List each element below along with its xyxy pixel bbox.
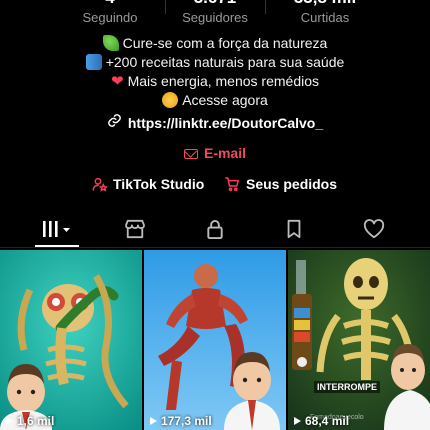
link-text: https://linktr.ee/DoutorCalvo_ bbox=[127, 115, 324, 131]
leaf-icon bbox=[102, 35, 119, 51]
stat-likes[interactable]: 33,8 mil Curtidas bbox=[270, 0, 380, 26]
bio-line: +200 receitas naturais para sua saúde bbox=[0, 53, 430, 72]
email-label: E-mail bbox=[203, 145, 246, 161]
followers-label: Seguidores bbox=[182, 10, 248, 25]
play-icon bbox=[294, 417, 301, 425]
video-thumbnail[interactable]: 1,6 mil bbox=[0, 250, 142, 430]
bio-text: Cure-se com a força da natureza bbox=[122, 35, 328, 51]
link-icon bbox=[107, 113, 122, 131]
bio-text: Acesse agora bbox=[182, 92, 268, 108]
heart-icon: ❤ bbox=[111, 73, 124, 90]
profile-tools: TikTok Studio Seus pedidos bbox=[0, 176, 430, 196]
cart-icon bbox=[225, 177, 239, 192]
following-label: Seguindo bbox=[82, 10, 138, 25]
bio-text: Mais energia, menos remédios bbox=[127, 73, 319, 89]
profile-link[interactable]: https://linktr.ee/DoutorCalvo_ bbox=[0, 113, 430, 131]
bio-line: Cure-se com a força da natureza bbox=[0, 34, 430, 53]
heart-outline-icon bbox=[363, 219, 385, 239]
view-count-text: 68,4 mil bbox=[305, 414, 350, 428]
tab-shop[interactable] bbox=[100, 212, 170, 246]
tab-private[interactable] bbox=[180, 212, 250, 246]
video-grid: 1,6 mil 177,3 mil INTERROMPE Fomadoaeyec… bbox=[0, 250, 430, 430]
tiktok-studio-label: TikTok Studio bbox=[113, 176, 205, 192]
view-count: 177,3 mil bbox=[150, 414, 212, 428]
play-icon bbox=[150, 417, 157, 425]
likes-count: 33,8 mil bbox=[270, 0, 380, 8]
tab-liked[interactable] bbox=[339, 212, 409, 246]
view-count-text: 1,6 mil bbox=[17, 414, 55, 428]
profile-tabs bbox=[0, 212, 430, 248]
view-count-text: 177,3 mil bbox=[161, 414, 212, 428]
profile-bio: Cure-se com a força da natureza +200 rec… bbox=[0, 34, 430, 110]
video-thumbnail-image bbox=[288, 250, 430, 430]
stat-followers[interactable]: 3.671 Seguidores bbox=[160, 0, 270, 26]
video-thumbnail[interactable]: INTERROMPE Fomadoaeyecolo 68,4 mil bbox=[288, 250, 430, 430]
stat-following[interactable]: 4 Seguindo bbox=[55, 0, 165, 26]
play-icon bbox=[6, 417, 13, 425]
tiktok-studio-button[interactable]: TikTok Studio bbox=[92, 176, 204, 192]
book-icon bbox=[85, 54, 102, 70]
email-button[interactable]: E-mail bbox=[0, 145, 430, 161]
bio-line: Acesse agora bbox=[0, 91, 430, 110]
likes-label: Curtidas bbox=[300, 10, 350, 25]
view-count: 1,6 mil bbox=[6, 414, 54, 428]
bio-text: +200 receitas naturais para sua saúde bbox=[105, 54, 345, 70]
bio-line: ❤ Mais energia, menos remédios bbox=[0, 72, 430, 91]
video-thumbnail[interactable]: 177,3 mil bbox=[144, 250, 286, 430]
followers-count: 3.671 bbox=[160, 0, 270, 8]
video-thumbnail-image bbox=[144, 250, 286, 430]
following-count: 4 bbox=[55, 0, 165, 8]
video-thumbnail-image bbox=[0, 250, 142, 430]
shop-icon bbox=[125, 219, 145, 239]
orders-button[interactable]: Seus pedidos bbox=[224, 176, 337, 192]
mail-icon bbox=[183, 149, 198, 159]
tab-saved[interactable] bbox=[259, 212, 329, 246]
studio-icon bbox=[92, 177, 108, 192]
tabs-divider bbox=[0, 247, 430, 248]
tab-videos[interactable] bbox=[22, 212, 92, 246]
bookmark-icon bbox=[287, 219, 301, 239]
pointing-down-icon bbox=[162, 92, 179, 108]
stat-divider bbox=[265, 0, 266, 14]
profile-stats: 4 Seguindo 3.671 Seguidores 33,8 mil Cur… bbox=[0, 0, 430, 28]
view-count: 68,4 mil bbox=[294, 414, 349, 428]
lock-icon bbox=[207, 219, 223, 239]
orders-label: Seus pedidos bbox=[246, 176, 338, 192]
video-overlay-text: INTERROMPE bbox=[314, 381, 381, 393]
grid-icon bbox=[43, 221, 70, 237]
